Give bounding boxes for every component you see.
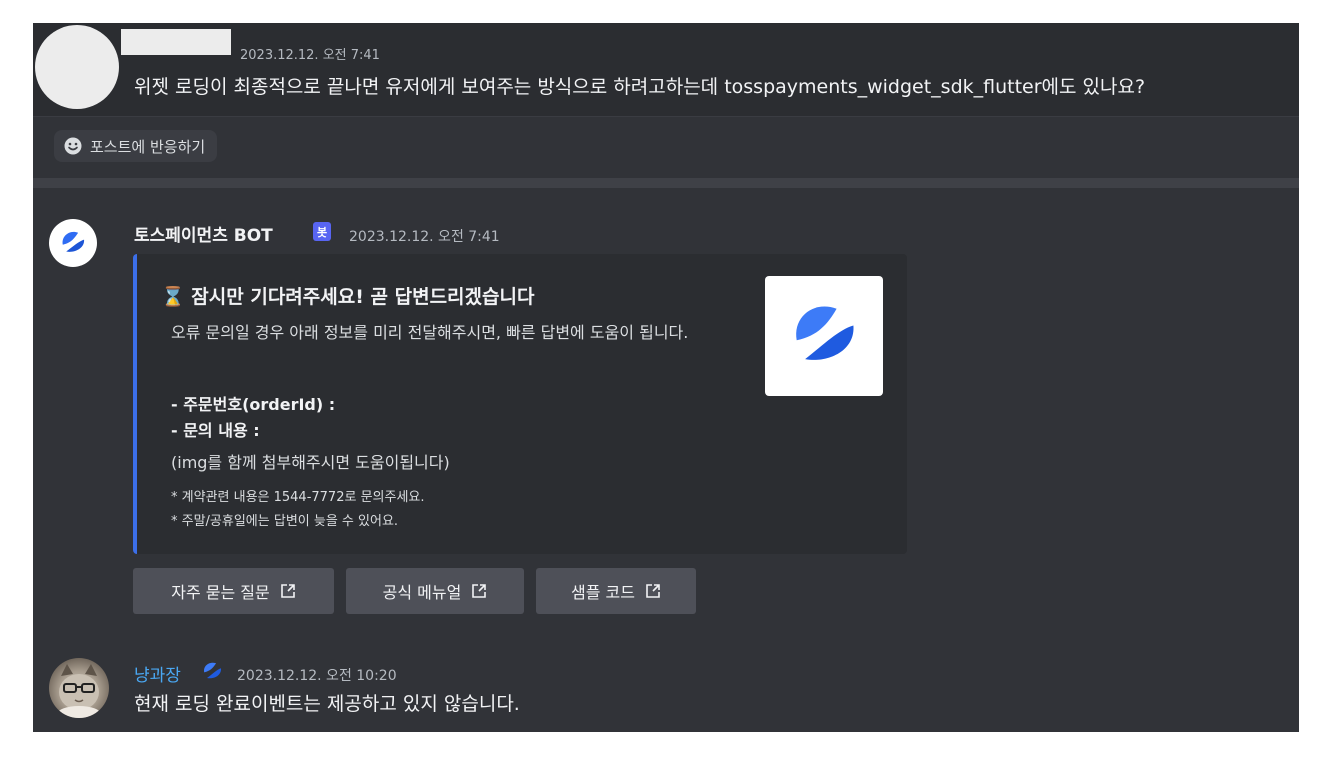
embed-note-contract: * 계약관련 내용은 1544-7772로 문의주세요. — [171, 490, 425, 505]
faq-link-button[interactable]: 자주 묻는 질문 — [133, 568, 334, 614]
sample-code-link-button[interactable]: 샘플 코드 — [536, 568, 696, 614]
react-label: 포스트에 반응하기 — [90, 137, 206, 156]
bot-embed: ⌛ 잠시만 기다려주세요! 곧 답변드리겠습니다 오류 문의일 경우 아래 정보… — [133, 254, 907, 554]
cat-avatar-icon — [57, 664, 101, 718]
smile-icon — [64, 137, 82, 155]
op-message: 위젯 로딩이 최종적으로 끝나면 유저에게 보여주는 방식으로 하려고하는데 t… — [134, 76, 1146, 98]
manual-label: 공식 메뉴얼 — [382, 583, 462, 602]
bot-timestamp: 2023.12.12. 오전 7:41 — [349, 229, 500, 245]
external-link-icon — [280, 584, 295, 598]
reply-message: 현재 로딩 완료이벤트는 제공하고 있지 않습니다. — [134, 693, 520, 715]
embed-title: ⌛ 잠시만 기다려주세요! 곧 답변드리겠습니다 — [161, 282, 534, 309]
embed-field-order-id: - 주문번호(orderId) : — [171, 395, 336, 414]
embed-thumbnail[interactable] — [765, 276, 883, 396]
bot-badge: 봇 — [313, 222, 332, 241]
bot-username[interactable]: 토스페이먼츠 BOT — [134, 221, 273, 246]
manual-link-button[interactable]: 공식 메뉴얼 — [346, 568, 524, 614]
embed-hint: (img를 함께 첨부해주시면 도움이됩니다) — [171, 453, 450, 472]
faq-label: 자주 묻는 질문 — [171, 583, 270, 602]
original-post: 2023.12.12. 오전 7:41 위젯 로딩이 최종적으로 끝나면 유저에… — [33, 23, 1299, 116]
hourglass-icon: ⌛ — [161, 286, 185, 308]
op-timestamp: 2023.12.12. 오전 7:41 — [240, 48, 380, 63]
divider — [33, 116, 1299, 117]
toss-logo-icon — [204, 662, 222, 679]
embed-description: 오류 문의일 경우 아래 정보를 미리 전달해주시면, 빠른 답변에 도움이 됩… — [171, 323, 689, 342]
reply-avatar[interactable] — [49, 658, 109, 718]
bot-avatar[interactable] — [49, 219, 97, 267]
sample-code-label: 샘플 코드 — [571, 583, 635, 602]
embed-field-content: - 문의 내용 : — [171, 421, 260, 440]
toss-logo-icon — [796, 306, 854, 360]
embed-title-text: 잠시만 기다려주세요! 곧 답변드리겠습니다 — [191, 286, 535, 308]
react-to-post-button[interactable]: 포스트에 반응하기 — [54, 130, 218, 162]
embed-note-weekend: * 주말/공휴일에는 답변이 늦을 수 있어요. — [171, 514, 399, 529]
chat-window: 2023.12.12. 오전 7:41 위젯 로딩이 최종적으로 끝나면 유저에… — [33, 23, 1299, 732]
external-link-icon — [646, 584, 660, 598]
op-username-redacted — [121, 29, 231, 55]
external-link-icon — [472, 584, 487, 598]
post-separator — [33, 178, 1299, 188]
op-avatar[interactable] — [35, 25, 119, 109]
toss-logo-icon — [62, 231, 85, 252]
reply-timestamp: 2023.12.12. 오전 10:20 — [237, 668, 397, 684]
reply-username[interactable]: 냥과장 — [134, 661, 181, 686]
